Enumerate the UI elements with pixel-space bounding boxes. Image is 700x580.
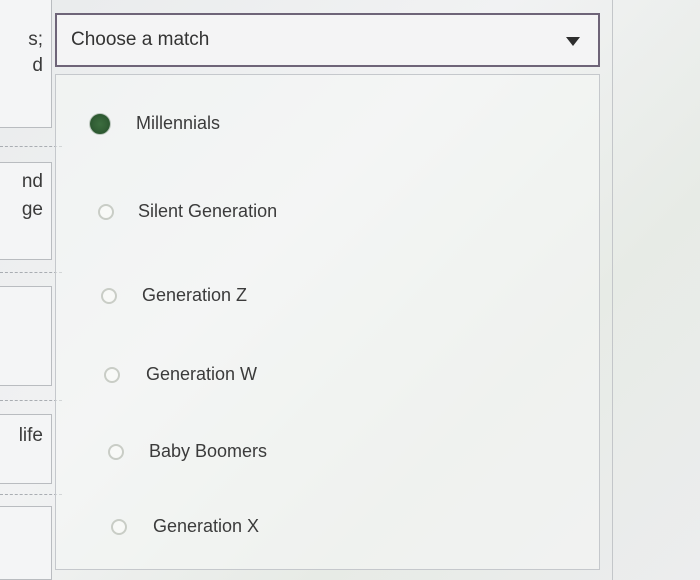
left-card-4: life <box>0 414 52 484</box>
left-card-1: s; d <box>0 0 52 128</box>
radio-button[interactable] <box>101 287 117 304</box>
radio-button[interactable] <box>111 518 127 535</box>
radio-button[interactable] <box>90 113 110 134</box>
left-question-column: s; d nd ge life <box>0 0 62 580</box>
divider <box>0 494 62 495</box>
left-fragment: ge <box>21 199 43 220</box>
option-label: Baby Boomers <box>149 441 268 461</box>
option-baby-boomers[interactable]: Baby Boomers <box>108 441 267 462</box>
left-card-5 <box>0 506 52 580</box>
option-millennials[interactable]: Millennials <box>90 113 220 134</box>
option-label: Generation X <box>153 516 260 536</box>
left-fragment: d <box>32 55 43 76</box>
option-generation-x[interactable]: Generation X <box>111 516 259 537</box>
option-label: Millennials <box>136 113 221 133</box>
divider <box>612 0 613 580</box>
option-silent-generation[interactable]: Silent Generation <box>98 201 277 222</box>
divider <box>0 400 62 401</box>
option-label: Silent Generation <box>138 201 278 221</box>
radio-button[interactable] <box>108 443 124 460</box>
match-dropdown[interactable]: Choose a match <box>55 13 600 67</box>
caret-down-icon <box>566 37 580 46</box>
option-generation-w[interactable]: Generation W <box>104 364 257 385</box>
left-card-2: nd ge <box>0 162 52 260</box>
divider <box>0 272 62 273</box>
left-card-3 <box>0 286 52 386</box>
option-label: Generation W <box>146 364 258 384</box>
radio-button[interactable] <box>98 203 114 220</box>
radio-button[interactable] <box>104 366 120 383</box>
options-list: Millennials Silent Generation Generation… <box>55 74 600 570</box>
option-generation-z[interactable]: Generation Z <box>101 285 247 306</box>
left-fragment: s; <box>28 29 43 50</box>
divider <box>0 146 62 147</box>
left-fragment: nd <box>21 171 43 192</box>
option-label: Generation Z <box>142 285 248 305</box>
dropdown-label: Choose a match <box>71 29 210 50</box>
left-fragment: life <box>18 425 43 446</box>
